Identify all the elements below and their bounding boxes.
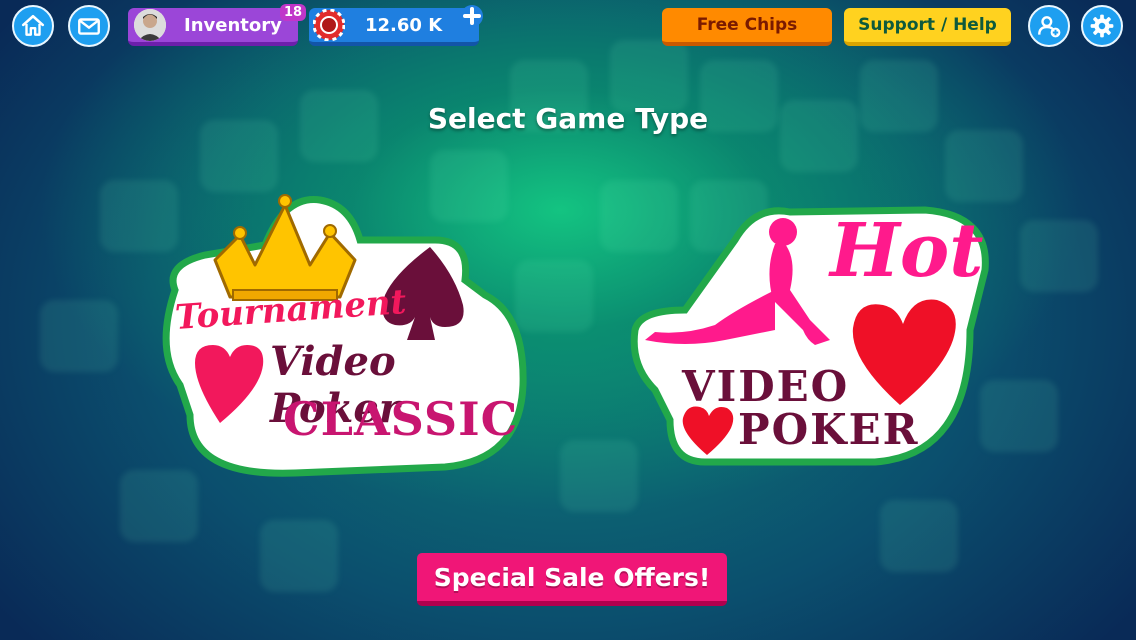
special-sale-offers-button[interactable]: Special Sale Offers!	[417, 553, 727, 606]
hot-line1: Hot	[830, 208, 984, 294]
gear-icon	[1090, 14, 1114, 38]
mail-icon	[78, 18, 100, 35]
hot-line3: POKER	[738, 405, 920, 454]
page-title: Select Game Type	[427, 102, 709, 135]
inventory-button[interactable]: Inventory	[128, 8, 298, 46]
mail-button[interactable]	[68, 5, 110, 47]
home-button[interactable]	[12, 5, 54, 47]
free-chips-button[interactable]: Free Chips	[662, 8, 832, 46]
chips-amount: 12.60 K	[365, 14, 443, 36]
add-friend-button[interactable]	[1028, 5, 1070, 47]
inventory-label: Inventory	[184, 14, 282, 36]
avatar	[134, 9, 166, 41]
settings-button[interactable]	[1081, 5, 1123, 47]
support-help-button[interactable]: Support / Help	[844, 8, 1011, 46]
hot-line2: VIDEO	[682, 362, 850, 411]
inventory-count-badge: 18	[280, 4, 307, 21]
chips-balance[interactable]: 12.60 K	[309, 8, 479, 46]
plus-icon[interactable]	[460, 4, 484, 28]
avatar-icon	[134, 9, 166, 41]
add-friend-icon	[1038, 16, 1061, 38]
home-icon	[21, 14, 45, 36]
poker-chip-icon	[313, 9, 345, 41]
tournament-line3: CLASSIC	[283, 392, 519, 446]
